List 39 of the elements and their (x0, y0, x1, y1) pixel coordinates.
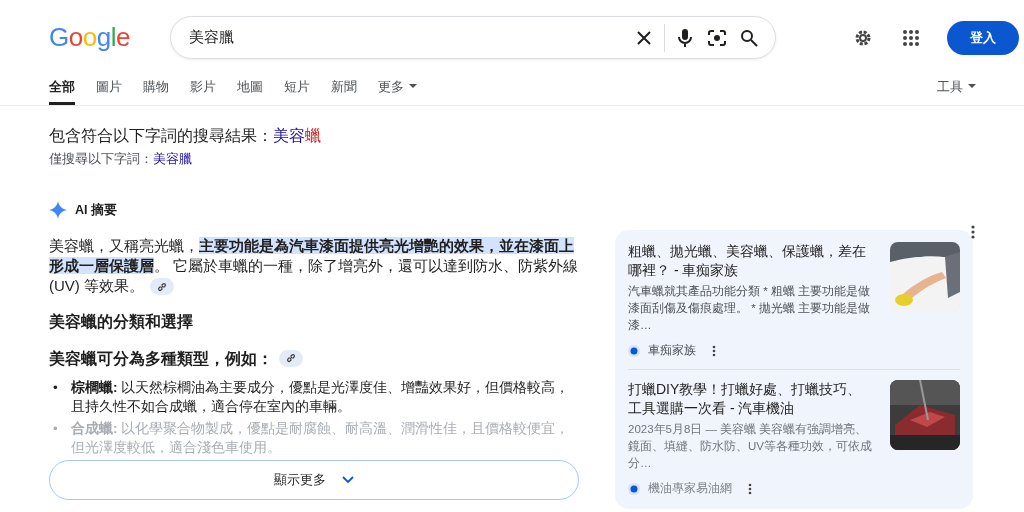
original-query-notice: 僅搜尋以下字詞： (49, 152, 153, 166)
bullet-text: 合成蠟: 以化學聚合物製成，優點是耐腐蝕、耐高溫、潤滑性佳，且價格較便宜，但光澤度較低，適合淺色車使用。 (71, 420, 571, 457)
section-heading: 美容蠟的分類和選擇 (49, 311, 194, 332)
link-icon[interactable] (279, 349, 303, 367)
source-site: 車痴家族 (648, 343, 696, 358)
more-options-icon[interactable] (712, 344, 716, 357)
source-title[interactable]: 粗蠟、拋光蠟、美容蠟、保護蠟，差在哪裡？ - 車痴家族 (628, 242, 874, 280)
search-tab[interactable]: 圖片 (96, 76, 122, 105)
source-site: 機油專家易油網 (648, 481, 732, 497)
sparkle-icon (49, 201, 67, 220)
search-tab[interactable]: 影片 (190, 76, 216, 105)
more-menu[interactable]: 更多 (378, 76, 417, 105)
search-tab[interactable]: 短片 (284, 76, 310, 105)
google-logo[interactable]: Google (49, 21, 130, 54)
search-input[interactable]: 美容臘 (186, 25, 624, 50)
link-icon[interactable] (150, 278, 174, 296)
original-query-link[interactable]: 美容臘 (153, 152, 192, 166)
caret-icon (968, 84, 976, 89)
bullet-marker: • (53, 420, 59, 438)
caret-icon (409, 84, 417, 89)
search-tab[interactable]: 新聞 (331, 76, 357, 105)
source-title[interactable]: 打蠟DIY教學！打蠟好處、打蠟技巧、工具選購一次看 - 汽車機油 (628, 380, 874, 419)
search-tab[interactable]: 地圖 (237, 76, 263, 105)
show-more-button[interactable]: 顯示更多 (49, 460, 579, 500)
ai-overview-label: AI 摘要 (75, 201, 117, 219)
bullet-marker: • (53, 379, 59, 397)
source-snippet: 汽車蠟就其產品功能分類 * 粗蠟 主要功能是做漆面刮傷及傷痕處理。 * 拋光蠟 主要功能是做漆… (628, 284, 872, 333)
section-subheading: 美容蠟可分為多種類型，例如： (49, 348, 273, 369)
tools-menu[interactable]: 工具 (937, 76, 976, 105)
search-tab[interactable]: 購物 (143, 76, 169, 105)
overview-paragraph: 美容蠟，又稱亮光蠟，主要功能是為汽車漆面提供亮光增艷的效果，並在漆面上形成一層保護層。 它屬於車蠟的一種，除了增亮外，還可以達到防水、防紫外線(UV) 等效果。 (49, 235, 580, 296)
search-tab[interactable]: 全部 (49, 76, 75, 105)
sign-in-button[interactable]: 登入 (947, 20, 1019, 55)
chevron-down-icon (342, 476, 354, 484)
bullet-text: 棕櫚蠟: 以天然棕櫚油為主要成分，優點是光澤度佳、增豔效果好，但價格較高，且持久性不如合成蠟，適合停在室內的車輛。 (71, 379, 571, 416)
spelling-notice: 包含符合以下字詞的搜尋結果： (49, 127, 273, 144)
more-options-icon[interactable] (748, 482, 752, 495)
corrected-query-link[interactable]: 美容蠟 (273, 127, 321, 144)
source-snippet: 2023年5月8日 — 美容蠟 美容蠟有強調增亮、鏡面、填縫、防水防、UV等各種功效，可依成分… (628, 422, 873, 472)
